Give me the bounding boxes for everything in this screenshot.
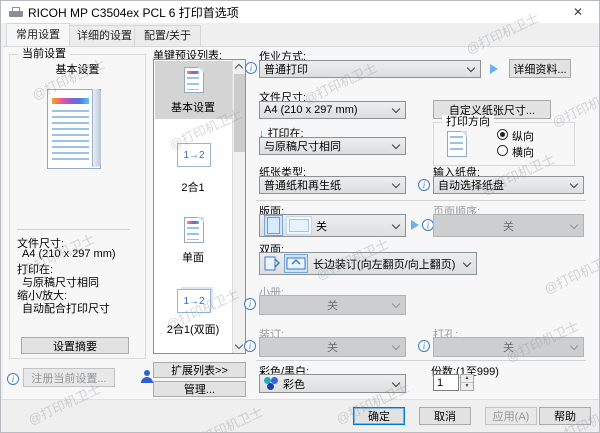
booklet-value: 关	[327, 300, 338, 312]
landscape-radio[interactable]	[497, 145, 508, 156]
document-preview-image	[47, 89, 101, 169]
paper-type-select[interactable]: 普通纸和再生纸	[259, 176, 406, 194]
register-info-icon[interactable]	[7, 373, 19, 385]
layout-select[interactable]: 关	[259, 214, 406, 237]
stepper-down-icon[interactable]: ▼	[461, 383, 473, 391]
booklet-select: 关	[259, 295, 406, 315]
job-type-play-icon[interactable]	[490, 64, 498, 74]
staple-info-icon[interactable]	[244, 340, 256, 352]
color-mode-select[interactable]: 彩色	[259, 374, 406, 393]
color-mode-value: 彩色	[283, 378, 305, 391]
portrait-radio-label[interactable]: 纵向	[512, 128, 534, 144]
copies-input[interactable]	[433, 374, 459, 391]
print-on-value: 与原稿尺寸相同	[264, 141, 341, 153]
page-order-value: 关	[503, 220, 514, 233]
tab-general-settings[interactable]: 常用设置	[6, 23, 70, 46]
title-bar: RICOH MP C3504ex PCL 6 打印首选项 ✕	[1, 1, 599, 23]
booklet-info-icon[interactable]	[244, 298, 256, 310]
printer-icon	[9, 6, 23, 18]
portrait-radio[interactable]	[497, 129, 508, 140]
page-order-select: 关	[433, 214, 584, 237]
punch-value: 关	[503, 342, 514, 354]
scrollbar-thumb[interactable]	[234, 74, 245, 152]
settings-summary-button[interactable]: 设置摘要	[21, 337, 129, 354]
orientation-label: 打印方向	[442, 115, 494, 129]
register-current-settings-button[interactable]: 注册当前设置...	[23, 368, 115, 387]
preset-item-basic[interactable]: 基本设置	[154, 99, 232, 115]
layout-value: 关	[316, 220, 327, 233]
close-icon[interactable]: ✕	[569, 3, 587, 21]
manage-button[interactable]: 管理...	[153, 381, 246, 397]
orientation-doc-icon	[447, 131, 467, 157]
window-title: RICOH MP C3504ex PCL 6 打印首选项	[28, 5, 239, 20]
preset-simplex-icon[interactable]	[184, 217, 204, 243]
preset-basic-icon[interactable]	[184, 67, 204, 93]
user-person-icon	[141, 370, 153, 383]
punch-info-icon[interactable]	[418, 340, 430, 352]
scroll-up-icon[interactable]	[234, 63, 244, 73]
job-type-value: 普通打印	[264, 64, 308, 76]
document-size-value: A4 (210 x 297 mm)	[264, 104, 358, 116]
current-settings-title: 当前设置	[18, 47, 70, 61]
expand-list-button[interactable]: 扩展列表>>	[153, 362, 246, 378]
job-type-select[interactable]: 普通打印	[259, 60, 481, 78]
staple-value: 关	[327, 342, 338, 354]
paper-type-value: 普通纸和再生纸	[264, 180, 341, 192]
duplex-vertical-flip-icon	[264, 255, 281, 272]
duplex-value: 长边装订(向左翻页/向上翻页)	[313, 258, 456, 271]
current-preset-name: 基本设置	[55, 64, 100, 76]
copies-stepper[interactable]: ▲ ▼	[460, 374, 474, 391]
preset-list-scrollbar[interactable]	[232, 60, 245, 353]
stepper-up-icon[interactable]: ▲	[461, 375, 473, 383]
details-button[interactable]: 详细资料...	[509, 59, 571, 78]
tab-strip: 常用设置 详细的设置 配置/关于	[1, 23, 599, 46]
scroll-down-icon[interactable]	[234, 340, 244, 350]
input-tray-info-icon[interactable]	[418, 179, 430, 191]
preset-2in1-duplex-icon[interactable]: 1→2	[177, 289, 211, 313]
landscape-radio-label[interactable]: 横向	[512, 144, 534, 160]
section-divider-2	[256, 360, 586, 361]
job-type-info-icon[interactable]	[245, 62, 257, 74]
layout-portrait-icon	[264, 215, 283, 236]
summary-doc-size-value: A4 (210 x 297 mm)	[22, 248, 116, 260]
cancel-button[interactable]: 取消	[419, 407, 471, 425]
preset-item-2in1-duplex[interactable]: 2合1(双面)	[154, 321, 232, 337]
staple-select: 关	[259, 337, 406, 357]
layout-landscape-icon	[286, 216, 312, 235]
preset-2in1-icon[interactable]: 1→2	[177, 143, 211, 167]
duplex-select[interactable]: 长边装订(向左翻页/向上翻页)	[259, 252, 477, 275]
layout-play-icon[interactable]	[411, 220, 419, 230]
print-on-select[interactable]: 与原稿尺寸相同	[259, 137, 406, 155]
color-circles-icon	[264, 377, 278, 390]
apply-button: 应用(A)	[485, 407, 537, 425]
summary-divider	[17, 229, 130, 230]
printing-preferences-dialog: @打印机卫士 @打印机卫士 @打印机卫士 @打印机卫士 @打印机卫士 @打印机卫…	[0, 0, 600, 433]
document-size-select[interactable]: A4 (210 x 297 mm)	[259, 101, 406, 119]
punch-select: 关	[433, 337, 584, 357]
tab-detailed-settings[interactable]: 详细的设置	[67, 25, 142, 46]
summary-scale-value: 自动配合打印尺寸	[22, 303, 110, 315]
ok-button[interactable]: 确定	[353, 407, 405, 425]
preset-item-simplex[interactable]: 单面	[154, 249, 232, 265]
preset-item-2in1[interactable]: 2合1	[154, 179, 232, 195]
tab-configuration-about[interactable]: 配置/关于	[134, 25, 202, 46]
section-divider-1	[256, 200, 586, 201]
help-button[interactable]: 帮助	[539, 407, 591, 425]
input-tray-select[interactable]: 自动选择纸盘	[433, 176, 584, 194]
duplex-horizontal-flip-icon	[284, 254, 308, 273]
input-tray-value: 自动选择纸盘	[438, 180, 504, 192]
